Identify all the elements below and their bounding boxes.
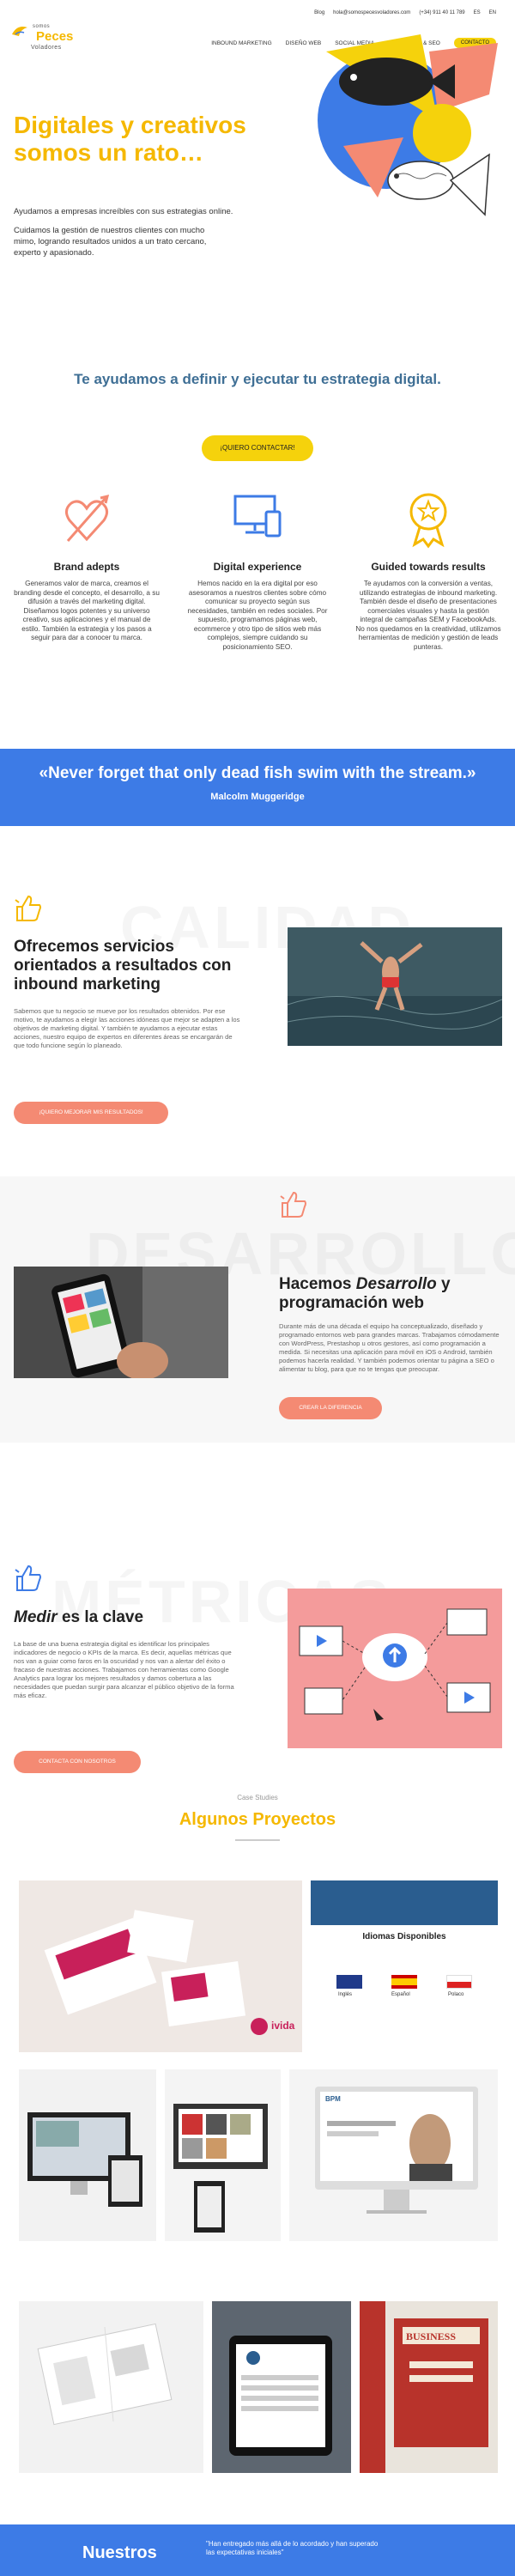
- service-dev-text: Durante más de una década el equipo ha c…: [279, 1322, 500, 1373]
- contact-cta-button[interactable]: ¡QUIERO CONTACTAR!: [202, 435, 313, 461]
- lang-en[interactable]: EN: [489, 10, 496, 15]
- lang-english: Inglés: [338, 1992, 353, 1997]
- service-inbound-text: Sabemos que tu negocio se mueve por los …: [14, 1007, 240, 1049]
- bpm-imac-image: [315, 2087, 478, 2214]
- cloud-illustration: [288, 1589, 502, 1748]
- service-inbound-title: Ofrecemos servicios orientados a resulta…: [14, 938, 232, 993]
- feature-brand-text: Generamos valor de marca, creamos el bra…: [14, 580, 160, 641]
- projects-divider: [235, 1839, 280, 1841]
- project-bpm[interactable]: BPM: [289, 2069, 498, 2241]
- topbar: Blog hola@somospecesvoladores.com (+34) …: [314, 10, 496, 15]
- thumbs-up-icon: [15, 895, 41, 921]
- quote-text: «Never forget that only dead fish swim w…: [39, 764, 476, 782]
- thumbs-up-blue-icon: [15, 1564, 41, 1591]
- thumbs-up-outline-icon: [280, 1191, 306, 1218]
- testimonial-quote: "Han entregado más allá de lo acordado y…: [206, 2540, 379, 2556]
- page: somos Peces Voladores Blog hola@somospec…: [0, 0, 515, 2576]
- feature-brand: Brand adepts Generamos valor de marca, c…: [14, 489, 160, 643]
- quote-author: Malcolm Muggeridge: [210, 792, 305, 802]
- project-fashion[interactable]: [165, 2069, 281, 2241]
- feature-digital-title: Digital experience: [213, 561, 302, 573]
- project-business-magazine[interactable]: BUSINESS: [360, 2301, 498, 2473]
- flag-uk-icon: [336, 1975, 362, 1989]
- logo-line2: Peces: [36, 29, 74, 44]
- phone-photo: [14, 1267, 228, 1378]
- improve-results-button[interactable]: ¡QUIERO MEJORAR MIS RESULTADOS!: [14, 1102, 168, 1124]
- project-tablet[interactable]: [212, 2301, 351, 2473]
- contact-us-button[interactable]: CONTACTA CON NOSOTROS: [14, 1751, 141, 1773]
- testimonials-band: Nuestros "Han entregado más allá de lo a…: [0, 2524, 515, 2576]
- project-brochure[interactable]: [19, 2301, 203, 2473]
- feature-brand-title: Brand adepts: [53, 561, 120, 573]
- make-difference-button[interactable]: CREAR LA DIFERENCIA: [279, 1397, 382, 1419]
- service-dev-title-b: Desarrollo: [355, 1275, 437, 1293]
- feature-digital-text: Hemos nacido en la era digital por eso a…: [187, 580, 328, 651]
- flying-fish-logo-icon: [12, 27, 27, 36]
- tablet-mockup-image: [229, 2336, 332, 2456]
- blog-link[interactable]: Blog: [314, 10, 324, 15]
- strategy-title: Te ayudamos a definir y ejecutar tu estr…: [74, 371, 441, 387]
- feature-results: Guided towards results Te ayudamos con l…: [355, 489, 501, 652]
- fashion-mockup-image: [173, 2104, 268, 2233]
- service-metrics-title: Medir es la clave: [14, 1608, 245, 1627]
- magazine-mockup-image: [360, 2301, 488, 2473]
- lang-spanish: Español: [391, 1992, 410, 1997]
- feature-digital: Digital experience Hemos nacido en la er…: [185, 489, 330, 652]
- service-metrics-title-a: Medir: [14, 1608, 58, 1626]
- bpm-logo-text: BPM: [325, 2095, 341, 2103]
- testimonials-title: Nuestros: [82, 2543, 157, 2562]
- flag-es-icon: [391, 1975, 417, 1989]
- hero-illustration: [318, 34, 498, 216]
- lang-polish: Polaco: [448, 1992, 464, 1997]
- hero-title: Digitales y creativos somos un rato…: [14, 112, 246, 166]
- diving-photo: [288, 927, 502, 1046]
- brochure-mockup-image: [37, 2323, 173, 2426]
- project-web-devices[interactable]: [19, 2069, 156, 2241]
- ivida-logo-text: ivida: [271, 2020, 295, 2032]
- projects-title: Algunos Proyectos: [179, 1810, 336, 1829]
- hero-description: Cuidamos la gestión de nuestros clientes…: [14, 226, 207, 258]
- service-metrics-text: La base de una buena estrategia digital …: [14, 1640, 234, 1699]
- heart-arrow-icon: [65, 494, 110, 542]
- idiomas-header-bg: [311, 1880, 498, 1925]
- logo-line3: Voladores: [31, 45, 62, 51]
- ivida-mockup-image: [44, 1910, 268, 2035]
- business-logo-text: BUSINESS: [406, 2330, 457, 2342]
- phone-link[interactable]: (+34) 911 40 11 789: [419, 10, 464, 15]
- feature-results-text: Te ayudamos con la conversión a ventas, …: [355, 580, 501, 651]
- hero-intro: Ayudamos a empresas increíbles con sus e…: [14, 207, 233, 216]
- medal-icon: [409, 493, 447, 549]
- email-link[interactable]: hola@somospecesvoladores.com: [333, 10, 410, 15]
- lang-es[interactable]: ES: [474, 10, 481, 15]
- projects-kicker: Case Studies: [237, 1794, 278, 1801]
- flag-pl-icon: [446, 1975, 472, 1989]
- project-idiomas[interactable]: Idiomas Disponibles Inglés Español Polac…: [311, 1880, 498, 2052]
- service-metrics-title-b: es la clave: [57, 1608, 144, 1626]
- service-dev-title: Hacemos Desarrollo y programación web: [279, 1275, 502, 1313]
- logo[interactable]: somos Peces Voladores: [10, 19, 82, 57]
- idiomas-title: Idiomas Disponibles: [362, 1932, 446, 1941]
- service-dev-title-a: Hacemos: [279, 1275, 356, 1293]
- devices-icon: [233, 495, 282, 538]
- quote-banner: «Never forget that only dead fish swim w…: [0, 749, 515, 826]
- feature-results-title: Guided towards results: [371, 561, 486, 573]
- devices-mockup-image: [27, 2112, 142, 2207]
- project-ivida[interactable]: ivida: [19, 1880, 302, 2052]
- nav-inbound[interactable]: INBOUND MARKETING: [211, 40, 271, 46]
